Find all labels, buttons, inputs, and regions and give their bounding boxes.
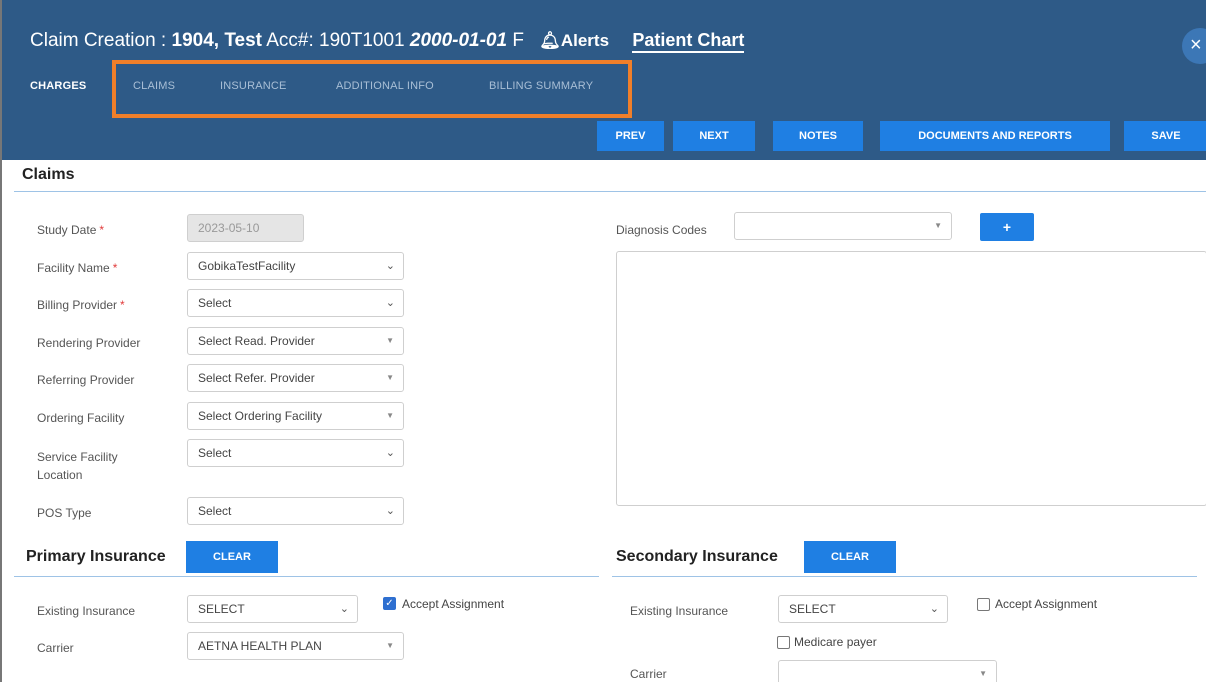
documents-and-reports-button[interactable]: DOCUMENTS AND REPORTS (880, 121, 1110, 151)
patient-sex: F (507, 30, 524, 51)
study-date-field: 2023-05-10 (187, 214, 304, 242)
billing-provider-select[interactable]: Select ⌄ (187, 289, 404, 317)
primary-carrier-value: AETNA HEALTH PLAN (198, 639, 322, 653)
pos-type-value: Select (198, 504, 232, 518)
primary-clear-button[interactable]: CLEAR (186, 541, 278, 573)
service-facility-location-label: Service Facility Location (37, 450, 118, 482)
medicare-payer-label: Medicare payer (794, 635, 877, 649)
pos-type-select[interactable]: Select ⌄ (187, 497, 404, 525)
diagnosis-codes-label: Diagnosis Codes (616, 223, 707, 237)
caret-down-icon: ▼ (386, 373, 394, 382)
secondary-insurance-title: Secondary Insurance (616, 548, 778, 565)
secondary-clear-button[interactable]: CLEAR (804, 541, 896, 573)
primary-existing-insurance-value: SELECT (198, 602, 245, 616)
claim-creation-window: Claim Creation : 1904, Test Acc#: 190T10… (0, 0, 1206, 682)
secondary-accept-assignment-label: Accept Assignment (995, 597, 1098, 611)
secondary-existing-insurance-select[interactable]: SELECT ⌄ (778, 595, 948, 623)
chevron-down-icon: ⌄ (339, 603, 349, 615)
ordering-facility-label: Ordering Facility (37, 411, 125, 425)
claim-title: Claim Creation : 1904, Test Acc#: 190T10… (30, 30, 745, 53)
chevron-down-icon: ⌄ (385, 260, 395, 272)
date-of-birth: 2000-01-01 (409, 30, 508, 51)
diagnosis-codes-select[interactable]: ▼ (734, 212, 952, 240)
study-date-label: Study Date * (37, 223, 105, 237)
title-prefix: Claim Creation : (30, 30, 172, 51)
secondary-existing-insurance-label: Existing Insurance (630, 604, 729, 618)
rendering-provider-select[interactable]: Select Read. Provider ▼ (187, 327, 404, 355)
required-marker: * (120, 298, 125, 312)
facility-name-value: GobikaTestFacility (198, 259, 296, 273)
primary-accept-assignment-label: Accept Assignment (402, 597, 505, 611)
chevron-down-icon: ⌄ (385, 297, 395, 309)
chevron-down-icon: ⌄ (385, 447, 395, 459)
primary-accept-assignment-checkbox[interactable]: ✓ (383, 597, 396, 610)
chevron-down-icon: ⌄ (385, 505, 395, 517)
rendering-provider-value: Select Read. Provider (198, 334, 315, 348)
caret-down-icon: ▼ (386, 411, 394, 420)
required-marker: * (112, 261, 118, 275)
prev-button[interactable]: PREV (597, 121, 664, 151)
claims-divider (14, 191, 1206, 192)
patient-chart-link[interactable]: Patient Chart (632, 30, 745, 53)
billing-provider-label: Billing Provider * (37, 298, 125, 312)
medicare-payer-checkbox[interactable] (777, 636, 790, 649)
facility-name-select[interactable]: GobikaTestFacility ⌄ (187, 252, 404, 280)
claims-section-title: Claims (22, 166, 75, 183)
secondary-carrier-label: Carrier (630, 667, 667, 681)
ordering-facility-value: Select Ordering Facility (198, 409, 323, 423)
primary-insurance-divider (14, 576, 599, 577)
service-facility-location-select[interactable]: Select ⌄ (187, 439, 404, 467)
rendering-provider-label: Rendering Provider (37, 336, 141, 350)
chevron-down-icon: ⌄ (929, 603, 939, 615)
add-diagnosis-button[interactable]: + (980, 213, 1034, 241)
save-button[interactable]: SAVE (1124, 121, 1206, 151)
close-icon[interactable]: × (1182, 28, 1206, 64)
primary-existing-insurance-select[interactable]: SELECT ⌄ (187, 595, 358, 623)
secondary-accept-assignment-checkbox[interactable] (977, 598, 990, 611)
service-facility-location-value: Select (198, 446, 232, 460)
secondary-insurance-divider (612, 576, 1197, 577)
next-button[interactable]: NEXT (673, 121, 755, 151)
notes-button[interactable]: NOTES (773, 121, 863, 151)
required-marker: * (99, 223, 105, 237)
tabs-highlight-box (112, 60, 632, 118)
secondary-existing-insurance-value: SELECT (789, 602, 836, 616)
secondary-carrier-select[interactable]: ▼ (778, 660, 997, 682)
patient-name: 1904, Test (171, 30, 262, 51)
account-number: Acc#: 190T1001 (261, 30, 410, 51)
primary-carrier-select[interactable]: AETNA HEALTH PLAN ▼ (187, 632, 404, 660)
caret-down-icon: ▼ (979, 669, 987, 678)
facility-name-label: Facility Name * (37, 261, 118, 275)
pos-type-label: POS Type (37, 506, 92, 520)
caret-down-icon: ▼ (386, 641, 394, 650)
header-bar: Claim Creation : 1904, Test Acc#: 190T10… (2, 0, 1206, 160)
caret-down-icon: ▼ (386, 336, 394, 345)
primary-insurance-title: Primary Insurance (26, 548, 166, 565)
referring-provider-label: Referring Provider (37, 373, 135, 387)
primary-existing-insurance-label: Existing Insurance (37, 604, 136, 618)
caret-down-icon: ▼ (934, 221, 942, 230)
primary-carrier-label: Carrier (37, 641, 74, 655)
tab-charges[interactable]: CHARGES (30, 80, 86, 92)
diagnosis-codes-list[interactable] (616, 251, 1206, 506)
bell-icon: 🔔︎ (539, 31, 561, 50)
billing-provider-value: Select (198, 296, 232, 310)
ordering-facility-select[interactable]: Select Ordering Facility ▼ (187, 402, 404, 430)
alerts-link[interactable]: 🔔︎Alerts (539, 31, 609, 50)
referring-provider-value: Select Refer. Provider (198, 371, 315, 385)
alerts-label: Alerts (560, 31, 610, 50)
referring-provider-select[interactable]: Select Refer. Provider ▼ (187, 364, 404, 392)
